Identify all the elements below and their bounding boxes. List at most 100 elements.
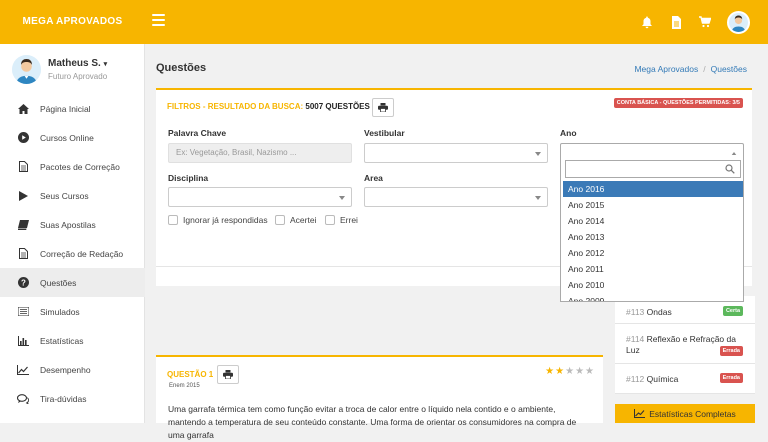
play-icon <box>17 190 29 202</box>
document-icon[interactable] <box>668 13 684 31</box>
checkbox-box <box>275 215 285 225</box>
sidebar-item-label: Correção de Redação <box>40 248 124 259</box>
star-icon[interactable]: ★ <box>575 366 584 377</box>
star-icon[interactable]: ★ <box>565 366 574 377</box>
question-topic: Ondas <box>646 307 672 317</box>
sidebar-item-questoes[interactable]: ? Questões <box>0 268 145 297</box>
breadcrumb-link-home[interactable]: Mega Aprovados <box>634 64 698 74</box>
checkbox-label: Acertei <box>290 215 317 225</box>
year-option-2013[interactable]: Ano 2013 <box>563 229 743 245</box>
user-avatar[interactable] <box>12 55 41 84</box>
sidebar-item-correcao-de-redacao[interactable]: Correção de Redação <box>0 239 145 268</box>
errei-checkbox[interactable]: Errei <box>325 215 358 225</box>
star-icon[interactable]: ★ <box>545 366 554 377</box>
ano-label: Ano <box>560 128 577 138</box>
question-rating[interactable]: ★ ★ ★ ★ ★ <box>545 366 594 377</box>
year-option-2015[interactable]: Ano 2015 <box>563 197 743 213</box>
star-icon[interactable]: ★ <box>555 366 564 377</box>
cart-icon[interactable] <box>697 13 713 31</box>
sidebar-item-label: Questões <box>40 277 77 288</box>
checkbox-box <box>168 215 178 225</box>
question-circle-icon: ? <box>17 277 29 289</box>
chat-icon <box>17 393 29 405</box>
question-number: #114 <box>626 334 645 344</box>
page-title: Questões <box>156 62 207 74</box>
status-badge: Errada <box>719 346 743 356</box>
question-list-item[interactable]: #114 Reflexão e Refração da Luz Errada <box>615 324 755 364</box>
print-results-button[interactable] <box>372 98 394 117</box>
print-question-button[interactable] <box>217 365 239 384</box>
question-topic: Química <box>646 374 679 384</box>
sidebar: Matheus S. ▾ Futuro Aprovado Página Inic… <box>0 44 145 423</box>
ignore-answered-checkbox[interactable]: Ignorar já respondidas <box>168 215 268 225</box>
bell-icon[interactable] <box>639 13 655 31</box>
sidebar-item-label: Tira-dúvidas <box>40 393 87 404</box>
chevron-down-icon <box>535 152 541 156</box>
sidebar-item-label: Seus Cursos <box>40 190 89 201</box>
user-role: Futuro Aprovado <box>48 72 108 81</box>
year-option-2010[interactable]: Ano 2010 <box>563 277 743 293</box>
sidebar-item-label: Estatísticas <box>40 335 84 346</box>
year-option-2012[interactable]: Ano 2012 <box>563 245 743 261</box>
home-icon <box>17 103 29 115</box>
sidebar-item-cursos-online[interactable]: Cursos Online <box>0 123 145 152</box>
area-select[interactable] <box>364 187 548 207</box>
acertei-checkbox[interactable]: Acertei <box>275 215 316 225</box>
user-name-dropdown[interactable]: Matheus S. ▾ <box>48 58 107 69</box>
status-badge: Errada <box>719 373 743 383</box>
sidebar-item-pagina-inicial[interactable]: Página Inicial <box>0 94 145 123</box>
status-badge: Certa <box>722 306 743 316</box>
keyword-input[interactable]: Ex: Vegetação, Brasil, Nazismo ... <box>168 143 352 163</box>
line-chart-icon <box>634 409 646 418</box>
user-avatar[interactable] <box>727 11 750 34</box>
keyword-label: Palavra Chave <box>168 128 227 138</box>
caret-down-icon: ▾ <box>103 61 108 68</box>
search-icon <box>725 164 735 174</box>
question-list-item[interactable]: #112 Química Errada <box>615 364 755 394</box>
bar-chart-icon <box>17 335 29 347</box>
year-option-2009[interactable]: Ano 2009 <box>563 293 743 301</box>
breadcrumb-separator: / <box>703 64 706 74</box>
full-stats-label: Estatísticas Completas <box>649 408 736 419</box>
question-title: QUESTÃO 1 <box>167 370 214 379</box>
disciplina-select[interactable] <box>168 187 352 207</box>
vestibular-select[interactable] <box>364 143 548 163</box>
sidebar-item-desempenho[interactable]: Desempenho <box>0 355 145 384</box>
play-circle-icon <box>17 132 29 144</box>
sidebar-item-seus-cursos[interactable]: Seus Cursos <box>0 181 145 210</box>
year-option-2014[interactable]: Ano 2014 <box>563 213 743 229</box>
sidebar-item-tira-duvidas[interactable]: Tira-dúvidas <box>0 384 145 413</box>
vestibular-label: Vestibular <box>364 128 405 138</box>
star-icon[interactable]: ★ <box>585 366 594 377</box>
filter-title-label: FILTROS - RESULTADO DA BUSCA: <box>167 102 304 111</box>
year-option-2016[interactable]: Ano 2016 <box>563 181 743 197</box>
user-card: Matheus S. ▾ Futuro Aprovado <box>0 44 145 94</box>
question-number: #113 <box>626 307 645 317</box>
area-label: Area <box>364 173 383 183</box>
sidebar-item-suas-apostilas[interactable]: Suas Apostilas <box>0 210 145 239</box>
year-search-input[interactable] <box>565 160 741 178</box>
svg-text:?: ? <box>21 278 26 287</box>
book-icon <box>17 219 29 231</box>
sidebar-item-label: Desempenho <box>40 364 91 375</box>
chevron-down-icon <box>535 196 541 200</box>
sidebar-item-pacotes-de-correcao[interactable]: Pacotes de Correção <box>0 152 145 181</box>
breadcrumb-link-questoes[interactable]: Questões <box>711 64 747 74</box>
brand-logo[interactable]: MEGA APROVADOS <box>0 0 145 44</box>
top-bar: MEGA APROVADOS <box>0 0 768 44</box>
checkbox-label: Errei <box>340 215 358 225</box>
question-list-title: #112 Química <box>626 374 678 384</box>
plan-limit-badge: CONTA BÁSICA - QUESTÕES PERMITIDAS: 3/5 <box>613 98 743 108</box>
year-dropdown-menu: Ano 2016 Ano 2015 Ano 2014 Ano 2013 Ano … <box>560 155 744 302</box>
checkbox-box <box>325 215 335 225</box>
full-stats-button[interactable]: Estatísticas Completas <box>615 404 755 423</box>
disciplina-label: Disciplina <box>168 173 209 183</box>
filter-title: FILTROS - RESULTADO DA BUSCA: 5007 QUEST… <box>167 102 375 111</box>
sidebar-item-simulados[interactable]: Simulados <box>0 297 145 326</box>
sidebar-item-estatisticas[interactable]: Estatísticas <box>0 326 145 355</box>
sidebar-item-label: Pacotes de Correção <box>40 161 120 172</box>
print-icon <box>223 370 233 379</box>
year-option-2011[interactable]: Ano 2011 <box>563 261 743 277</box>
menu-icon[interactable] <box>152 14 165 26</box>
document-icon <box>17 161 29 173</box>
